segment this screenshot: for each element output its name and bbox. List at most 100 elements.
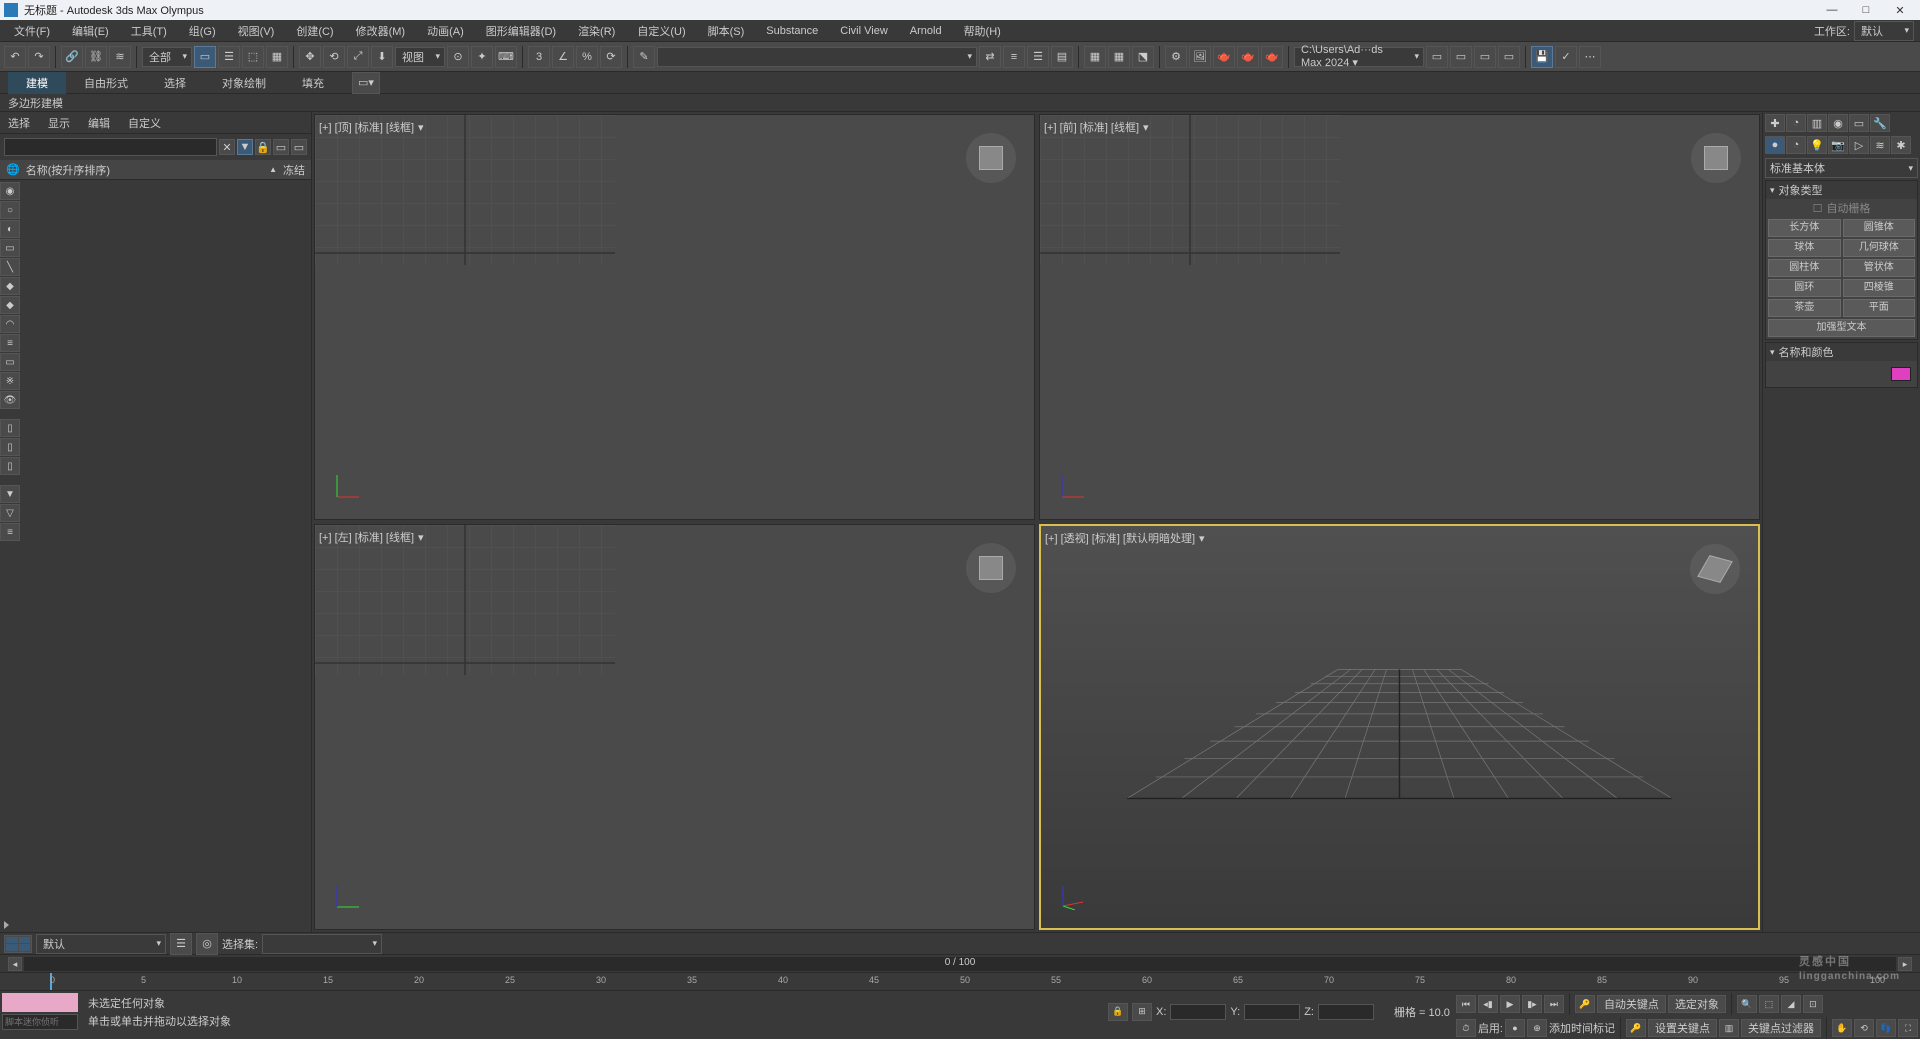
se-tab-select[interactable]: 选择 (8, 115, 30, 131)
cat-systems[interactable]: ✱ (1891, 136, 1911, 154)
cat-shapes[interactable]: ◔ (1786, 136, 1806, 154)
obj-cylinder[interactable]: 圆柱体 (1768, 259, 1841, 277)
auto-key-button[interactable]: 自动关键点 (1597, 995, 1666, 1013)
collapse-toggle[interactable] (4, 921, 9, 929)
tab-display[interactable]: ▭ (1849, 114, 1869, 132)
set-key-button[interactable]: 设置关键点 (1648, 1019, 1717, 1037)
scale-button[interactable]: ⤢ (347, 46, 369, 68)
menu-animation[interactable]: 动画(A) (419, 21, 472, 41)
viewport-layout-button[interactable] (4, 935, 32, 953)
viewport-front[interactable]: [+] [前] [标准] [线框]▾ (1039, 114, 1760, 520)
spinner-snap-button[interactable]: ⟳ (600, 46, 622, 68)
cat-lights[interactable]: 💡 (1807, 136, 1827, 154)
abs-rel-button[interactable]: ⊞ (1132, 1003, 1152, 1021)
set-project-button[interactable]: ▭ (1450, 46, 1472, 68)
prev-frame-button[interactable]: ◂▮ (1478, 995, 1498, 1013)
scene-search-input[interactable] (4, 138, 217, 156)
obj-box[interactable]: 长方体 (1768, 219, 1841, 237)
autogrid-row[interactable]: ☐自动栅格 (1766, 199, 1917, 217)
filter-geom-icon[interactable]: ○ (0, 201, 20, 219)
enable-dot-button[interactable]: ● (1505, 1019, 1525, 1037)
default-set-combo[interactable]: 默认 (36, 934, 166, 954)
viewport-left[interactable]: [+] [左] [标准] [线框]▾ (314, 524, 1035, 930)
viewport-left-label[interactable]: [+] [左] [标准] [线框]▾ (319, 529, 424, 545)
select-object-button[interactable]: ▭ (194, 46, 216, 68)
viewport-persp-label[interactable]: [+] [透视] [标准] [默认明暗处理]▾ (1045, 530, 1205, 546)
z-input[interactable] (1318, 1004, 1374, 1020)
add-time-tag-button[interactable]: ⊕ (1527, 1019, 1547, 1037)
asset-tracking-button[interactable]: ▭ (1498, 46, 1520, 68)
ribbon-expand-button[interactable]: ▭▾ (352, 72, 380, 94)
obj-pyramid[interactable]: 四棱锥 (1843, 279, 1916, 297)
select-by-name-button[interactable]: ☰ (218, 46, 240, 68)
ribbon-tab-objpaint[interactable]: 对象绘制 (204, 72, 284, 94)
isolate-button[interactable]: ◎ (196, 933, 218, 955)
column-freeze[interactable]: 冻结 (283, 162, 305, 178)
next-key-button[interactable]: ▸ (1898, 957, 1912, 971)
check-button[interactable]: ✓ (1555, 46, 1577, 68)
pivot-center-button[interactable]: ⊙ (447, 46, 469, 68)
obj-textplus[interactable]: 加强型文本 (1768, 319, 1915, 337)
open-explorer-button[interactable]: ▭ (1426, 46, 1448, 68)
cat-spacewarps[interactable]: ≋ (1870, 136, 1890, 154)
move-button[interactable]: ✥ (299, 46, 321, 68)
walk-button[interactable]: 👣 (1876, 1019, 1896, 1037)
viewport-perspective[interactable]: [+] [透视] [标准] [默认明暗处理]▾ (1039, 524, 1760, 930)
cat-cameras[interactable]: 📷 (1828, 136, 1848, 154)
tab-motion[interactable]: ◉ (1828, 114, 1848, 132)
obj-teapot[interactable]: 茶壶 (1768, 299, 1841, 317)
obj-plane[interactable]: 平面 (1843, 299, 1916, 317)
shading-menu-icon[interactable]: ▾ (418, 121, 424, 134)
zoom-button[interactable]: 🔍 (1737, 995, 1757, 1013)
reset-project-button[interactable]: ▭ (1474, 46, 1496, 68)
minimize-button[interactable]: — (1824, 4, 1840, 17)
mirror-button[interactable]: ⇄ (979, 46, 1001, 68)
placement-button[interactable]: ⬇ (371, 46, 393, 68)
viewcube-left[interactable] (966, 543, 1016, 593)
tab-utilities[interactable]: 🔧 (1870, 114, 1890, 132)
menu-grapheditors[interactable]: 图形编辑器(D) (478, 21, 564, 41)
obj-cone[interactable]: 圆锥体 (1843, 219, 1916, 237)
layer-button[interactable]: ☰ (170, 933, 192, 955)
ribbon-tab-freeform[interactable]: 自由形式 (66, 72, 146, 94)
viewport-top-label[interactable]: [+] [顶] [标准] [线框]▾ (319, 119, 424, 135)
filter-button[interactable]: ▼ (237, 139, 253, 155)
display-3-icon[interactable]: ▯ (0, 457, 20, 475)
viewport-top[interactable]: [+] [顶] [标准] [线框]▾ (314, 114, 1035, 520)
orbit-button[interactable]: ⟲ (1854, 1019, 1874, 1037)
rotate-button[interactable]: ⟲ (323, 46, 345, 68)
named-selection-combo[interactable] (657, 47, 977, 67)
obj-sphere[interactable]: 球体 (1768, 239, 1841, 257)
se-tab-display[interactable]: 显示 (48, 115, 70, 131)
render-button[interactable]: 🫖 (1213, 46, 1235, 68)
rendered-frame-button[interactable]: 🖼 (1189, 46, 1211, 68)
render-setup-button[interactable]: ⚙ (1165, 46, 1187, 68)
menu-edit[interactable]: 编辑(E) (64, 21, 117, 41)
menu-modifiers[interactable]: 修改器(M) (348, 21, 414, 41)
ribbon-tab-modeling[interactable]: 建模 (8, 72, 66, 94)
filter-light-icon[interactable]: ▭ (0, 239, 20, 257)
filter-spacewarp-icon[interactable]: ◆ (0, 296, 20, 314)
filter-bone-icon[interactable]: ◠ (0, 315, 20, 333)
goto-end-button[interactable]: ⏭ (1544, 995, 1564, 1013)
view-mode-2-button[interactable]: ▭ (291, 139, 307, 155)
cat-geometry[interactable]: ● (1765, 136, 1785, 154)
save-button[interactable]: 💾 (1531, 46, 1553, 68)
shading-menu-icon[interactable]: ▾ (1199, 532, 1205, 545)
filter-helper-icon[interactable]: ◆ (0, 277, 20, 295)
rollout-namecolor-header[interactable]: 名称和颜色 (1766, 343, 1917, 361)
obj-tube[interactable]: 管状体 (1843, 259, 1916, 277)
refcoord-combo[interactable]: 视图 (395, 47, 445, 67)
undo-button[interactable]: ↶ (4, 46, 26, 68)
ribbon-panel-label[interactable]: 多边形建模 (8, 95, 63, 111)
menu-rendering[interactable]: 渲染(R) (570, 21, 623, 41)
rollout-objtype-header[interactable]: 对象类型 (1766, 181, 1917, 199)
viewcube-persp[interactable] (1690, 544, 1740, 594)
scene-list[interactable] (22, 180, 311, 918)
macro-recorder[interactable] (2, 993, 78, 1012)
shading-menu-icon[interactable]: ▾ (1143, 121, 1149, 134)
menu-civilview[interactable]: Civil View (832, 23, 895, 39)
y-input[interactable] (1244, 1004, 1300, 1020)
align-button[interactable]: ≡ (1003, 46, 1025, 68)
pan-button[interactable]: ✋ (1832, 1019, 1852, 1037)
